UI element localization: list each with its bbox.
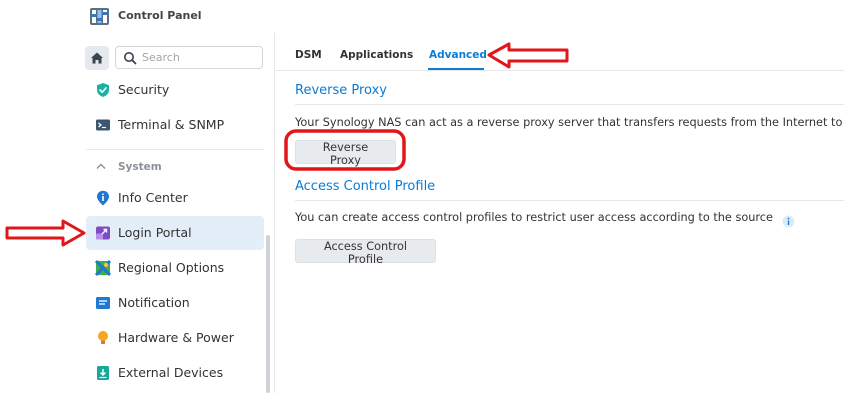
home-icon bbox=[91, 52, 103, 64]
info-icon[interactable] bbox=[782, 215, 795, 228]
external-devices-icon bbox=[97, 366, 109, 380]
login-portal-icon bbox=[96, 226, 110, 240]
chevron-up-icon[interactable] bbox=[96, 162, 106, 170]
sidebar-divider-vertical bbox=[274, 33, 275, 393]
control-panel-icon bbox=[90, 8, 109, 25]
sidebar-item-label: Notification bbox=[118, 295, 190, 310]
annotation-arrow-icon bbox=[487, 42, 569, 69]
sidebar-item-label: Info Center bbox=[118, 190, 188, 205]
access-control-description: You can create access control profiles t… bbox=[295, 211, 775, 224]
sidebar-item-security[interactable]: Security bbox=[86, 73, 264, 107]
sidebar-item-info-center[interactable]: Info Center bbox=[86, 181, 264, 215]
sidebar-item-label: Regional Options bbox=[118, 260, 225, 275]
info-icon bbox=[97, 190, 109, 206]
sidebar-item-external-devices[interactable]: External Devices bbox=[86, 356, 264, 390]
terminal-icon bbox=[96, 119, 110, 131]
section-rule bbox=[295, 104, 844, 105]
lightbulb-icon bbox=[98, 331, 108, 344]
tab-applications[interactable]: Applications bbox=[340, 49, 413, 61]
sidebar-divider bbox=[86, 149, 264, 150]
sidebar-item-regional-options[interactable]: Regional Options bbox=[86, 251, 264, 285]
title-bar: Control Panel bbox=[0, 0, 844, 33]
sidebar-item-label: Terminal & SNMP bbox=[118, 117, 225, 132]
sidebar-item-label: Security bbox=[118, 82, 170, 97]
section-title-access-control-profile: Access Control Profile bbox=[295, 179, 436, 194]
sidebar-item-terminal-snmp[interactable]: Terminal & SNMP bbox=[86, 108, 264, 142]
home-button[interactable] bbox=[85, 46, 109, 70]
reverse-proxy-description: Your Synology NAS can act as a reverse p… bbox=[295, 116, 844, 129]
section-rule bbox=[295, 200, 844, 201]
tab-dsm[interactable]: DSM bbox=[295, 49, 322, 61]
section-title-reverse-proxy: Reverse Proxy bbox=[295, 83, 387, 98]
sidebar-item-login-portal[interactable]: Login Portal bbox=[86, 216, 264, 250]
access-control-profile-button[interactable]: Access Control Profile bbox=[295, 239, 436, 266]
reverse-proxy-button[interactable]: Reverse Proxy bbox=[295, 140, 396, 167]
shield-icon bbox=[97, 83, 109, 97]
search-input[interactable] bbox=[142, 49, 257, 66]
window-title: Control Panel bbox=[118, 9, 202, 22]
section-header-system[interactable]: System bbox=[118, 161, 162, 173]
annotation-arrow-icon bbox=[5, 219, 86, 247]
tab-advanced[interactable]: Advanced bbox=[429, 49, 487, 61]
sidebar-item-label: Hardware & Power bbox=[118, 330, 234, 345]
regional-icon bbox=[95, 260, 111, 276]
tabs-border bbox=[275, 70, 844, 71]
sidebar-scrollbar[interactable] bbox=[266, 235, 270, 393]
sidebar-item-hardware-power[interactable]: Hardware & Power bbox=[86, 321, 264, 355]
notification-icon bbox=[96, 297, 110, 309]
search-icon bbox=[124, 52, 137, 65]
sidebar-item-label: External Devices bbox=[118, 365, 224, 380]
sidebar-item-notification[interactable]: Notification bbox=[86, 286, 264, 320]
search-box[interactable] bbox=[115, 46, 263, 69]
sidebar-item-label: Login Portal bbox=[118, 225, 192, 240]
